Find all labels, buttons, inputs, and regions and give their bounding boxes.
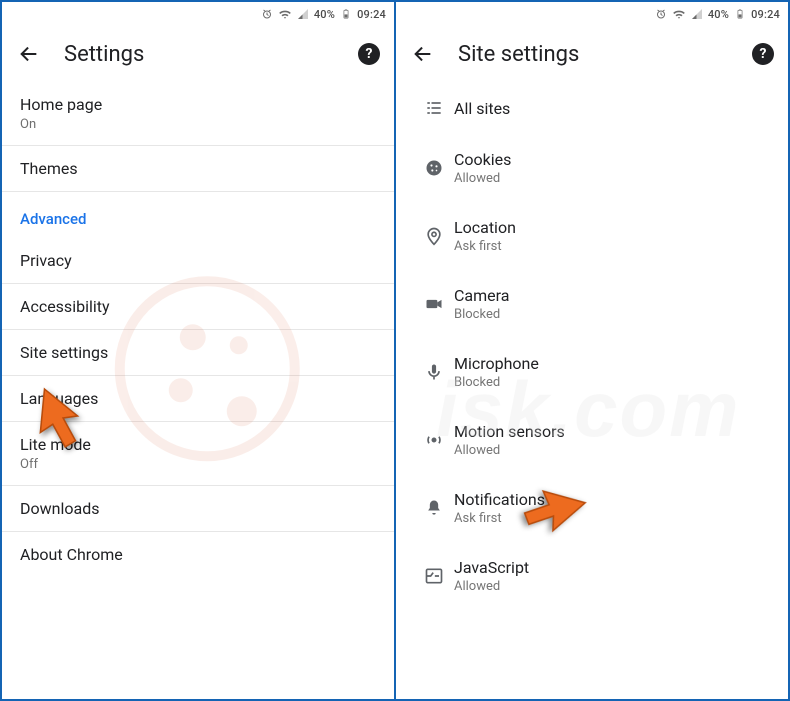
row-location[interactable]: Location Ask first: [396, 202, 788, 270]
settings-screen: 40% 09:24 Settings ? Home page On Themes…: [2, 2, 396, 699]
row-site-settings[interactable]: Site settings: [2, 330, 394, 376]
row-label: JavaScript: [454, 558, 529, 577]
status-bar: 40% 09:24: [2, 2, 394, 26]
row-downloads[interactable]: Downloads: [2, 486, 394, 532]
row-sub: Blocked: [454, 307, 509, 322]
row-label: Home page: [20, 95, 376, 114]
row-label: Languages: [20, 389, 376, 408]
page-title: Settings: [64, 42, 358, 67]
row-label: About Chrome: [20, 545, 376, 564]
clock: 09:24: [357, 8, 386, 21]
row-label: Privacy: [20, 251, 376, 270]
row-microphone[interactable]: Microphone Blocked: [396, 338, 788, 406]
row-all-sites[interactable]: All sites: [396, 82, 788, 134]
motion-icon: [414, 430, 454, 450]
list-icon: [414, 98, 454, 118]
alarm-icon: [654, 7, 668, 21]
row-label: Site settings: [20, 343, 376, 362]
signal-icon: [690, 7, 704, 21]
row-sub: Allowed: [454, 579, 529, 594]
row-label: Accessibility: [20, 297, 376, 316]
help-button[interactable]: ?: [358, 43, 380, 65]
row-sub: Allowed: [454, 443, 565, 458]
mic-icon: [414, 362, 454, 382]
back-button[interactable]: [16, 41, 42, 67]
battery-icon: [339, 7, 353, 21]
row-sub: Ask first: [454, 239, 516, 254]
row-notifications[interactable]: Notifications Ask first: [396, 474, 788, 542]
row-languages[interactable]: Languages: [2, 376, 394, 422]
row-about-chrome[interactable]: About Chrome: [2, 532, 394, 577]
section-label: Advanced: [20, 210, 376, 228]
row-cookies[interactable]: Cookies Allowed: [396, 134, 788, 202]
app-bar: Settings ?: [2, 26, 394, 82]
row-label: Downloads: [20, 499, 376, 518]
row-sub: Off: [20, 457, 376, 472]
row-javascript[interactable]: JavaScript Allowed: [396, 542, 788, 610]
row-label: Cookies: [454, 150, 511, 169]
help-button[interactable]: ?: [752, 43, 774, 65]
row-label: Motion sensors: [454, 422, 565, 441]
row-camera[interactable]: Camera Blocked: [396, 270, 788, 338]
row-lite-mode[interactable]: Lite mode Off: [2, 422, 394, 486]
row-sub: Blocked: [454, 375, 539, 390]
row-label: Location: [454, 218, 516, 237]
bell-icon: [414, 498, 454, 518]
row-label: Lite mode: [20, 435, 376, 454]
alarm-icon: [260, 7, 274, 21]
row-themes[interactable]: Themes: [2, 146, 394, 192]
battery-percent: 40%: [314, 8, 335, 21]
row-label: Notifications: [454, 490, 545, 509]
cookie-icon: [414, 158, 454, 178]
location-icon: [414, 226, 454, 246]
status-bar: 40% 09:24: [396, 2, 788, 26]
row-sub: Ask first: [454, 511, 545, 526]
site-settings-screen: isk.com 40% 09:24 Site settings ? All si…: [396, 2, 788, 699]
clock: 09:24: [751, 8, 780, 21]
page-title: Site settings: [458, 42, 752, 67]
row-label: Camera: [454, 286, 509, 305]
app-bar: Site settings ?: [396, 26, 788, 82]
camera-icon: [414, 294, 454, 314]
row-label: Microphone: [454, 354, 539, 373]
row-home-page[interactable]: Home page On: [2, 82, 394, 146]
section-advanced: Advanced: [2, 192, 394, 238]
battery-icon: [733, 7, 747, 21]
row-sub: Allowed: [454, 171, 511, 186]
battery-percent: 40%: [708, 8, 729, 21]
back-button[interactable]: [410, 41, 436, 67]
row-motion-sensors[interactable]: Motion sensors Allowed: [396, 406, 788, 474]
row-accessibility[interactable]: Accessibility: [2, 284, 394, 330]
row-label: Themes: [20, 159, 376, 178]
signal-icon: [296, 7, 310, 21]
wifi-icon: [278, 7, 292, 21]
wifi-icon: [672, 7, 686, 21]
row-sub: On: [20, 117, 376, 132]
row-label: All sites: [454, 99, 510, 118]
row-privacy[interactable]: Privacy: [2, 238, 394, 284]
javascript-icon: [414, 566, 454, 586]
